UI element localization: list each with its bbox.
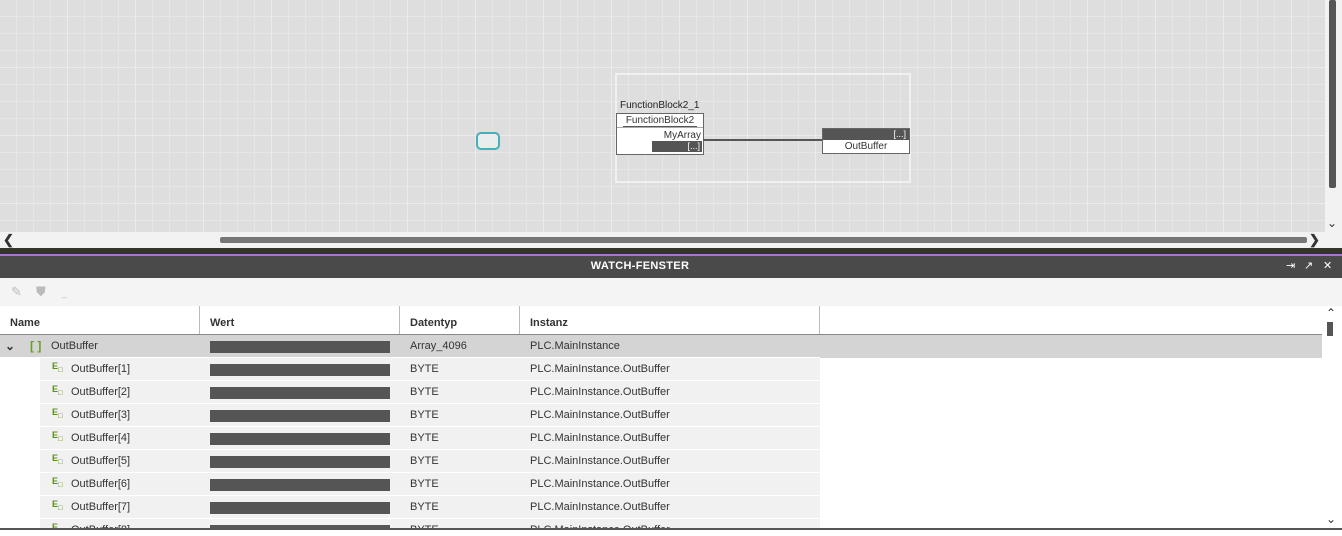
table-row[interactable]: E□ OutBuffer[2] BYTE PLC.MainInstance.Ou…	[0, 381, 1322, 404]
function-block[interactable]: FunctionBlock2 MyArray [...]	[616, 113, 704, 155]
table-row[interactable]: E□ OutBuffer[5] BYTE PLC.MainInstance.Ou…	[0, 450, 1322, 473]
row-datatype: BYTE	[410, 386, 439, 398]
row-name: OutBuffer[3]	[71, 409, 131, 421]
element-icon: E□	[52, 499, 63, 512]
array-icon: [ ]	[30, 339, 42, 353]
row-value[interactable]	[210, 410, 390, 422]
chevron-right-icon[interactable]: ❯	[1309, 232, 1320, 248]
table-row[interactable]: E□ OutBuffer[7] BYTE PLC.MainInstance.Ou…	[0, 496, 1322, 519]
variable-name: OutBuffer	[844, 141, 888, 152]
row-instance: PLC.MainInstance.OutBuffer	[530, 409, 670, 421]
row-datatype: BYTE	[410, 455, 439, 467]
element-icon: E□	[52, 476, 63, 489]
watch-grid-rows: ⌄ [ ] OutBuffer Array_4096 PLC.MainInsta…	[0, 335, 1322, 528]
fb-output-port[interactable]: [...]	[652, 141, 702, 152]
chevron-down-icon[interactable]: ⌄	[1327, 216, 1337, 230]
row-instance: PLC.MainInstance.OutBuffer	[530, 501, 670, 513]
row-datatype: BYTE	[410, 478, 439, 490]
row-instance: PLC.MainInstance.OutBuffer	[530, 478, 670, 490]
variable-input-port[interactable]: [...]	[823, 129, 909, 140]
column-header-name[interactable]: Name	[0, 306, 200, 334]
row-instance: PLC.MainInstance	[530, 340, 620, 352]
fb-instance-name: FunctionBlock2_1	[620, 100, 700, 111]
table-row[interactable]: E□ OutBuffer[3] BYTE PLC.MainInstance.Ou…	[0, 404, 1322, 427]
row-name: OutBuffer[1]	[71, 363, 131, 375]
watch-window-title: WATCH-FENSTER	[590, 260, 690, 272]
row-value[interactable]	[210, 479, 390, 491]
pencil-icon[interactable]: ✎	[11, 284, 22, 300]
column-header-instance[interactable]: Instanz	[520, 306, 820, 334]
row-value[interactable]	[210, 502, 390, 514]
column-header-datatype[interactable]: Datentyp	[400, 306, 520, 334]
empty-node[interactable]	[476, 132, 500, 150]
row-datatype: BYTE	[410, 519, 439, 528]
element-icon: E□	[52, 361, 63, 374]
canvas-vertical-scrollbar[interactable]: ⌄	[1325, 0, 1342, 232]
table-row[interactable]: E□ OutBuffer[4] BYTE PLC.MainInstance.Ou…	[0, 427, 1322, 450]
chevron-down-icon[interactable]: ⌄	[1326, 512, 1336, 526]
row-name: OutBuffer[4]	[71, 432, 131, 444]
row-instance: PLC.MainInstance.OutBuffer	[530, 519, 670, 528]
row-instance: PLC.MainInstance.OutBuffer	[530, 363, 670, 375]
scroll-corner	[1325, 232, 1342, 248]
watch-vertical-scrollbar[interactable]: ⌃ ⌄	[1322, 306, 1342, 530]
row-datatype: BYTE	[410, 409, 439, 421]
row-value[interactable]	[210, 387, 390, 399]
variable-block[interactable]: [...] OutBuffer	[822, 128, 910, 154]
chevron-up-icon[interactable]: ⌃	[1326, 306, 1336, 320]
column-header-value[interactable]: Wert	[200, 306, 400, 334]
canvas-horizontal-scrollbar[interactable]: ❮ ❯	[0, 232, 1325, 248]
row-instance: PLC.MainInstance.OutBuffer	[530, 432, 670, 444]
watch-grid-header: Name Wert Datentyp Instanz	[0, 306, 1322, 335]
separator-icon: _	[62, 288, 68, 298]
fb-type-underline	[623, 126, 697, 127]
row-datatype: Array_4096	[410, 340, 467, 352]
watch-vscroll-thumb[interactable]	[1327, 322, 1333, 336]
table-row[interactable]: E□ OutBuffer[8] BYTE PLC.MainInstance.Ou…	[0, 519, 1322, 528]
row-name: OutBuffer[7]	[71, 501, 131, 513]
canvas-hscroll-thumb[interactable]	[220, 237, 1307, 243]
element-icon: E□	[52, 384, 63, 397]
close-icon[interactable]: ✕	[1323, 256, 1332, 276]
element-icon: E□	[52, 453, 63, 466]
row-name: OutBuffer[6]	[71, 478, 131, 490]
table-row[interactable]: ⌄ [ ] OutBuffer Array_4096 PLC.MainInsta…	[0, 335, 1322, 358]
row-datatype: BYTE	[410, 363, 439, 375]
connection-wire[interactable]	[703, 139, 823, 141]
row-value[interactable]	[210, 364, 390, 376]
popout-icon[interactable]: ↗	[1304, 256, 1313, 276]
row-datatype: BYTE	[410, 501, 439, 513]
row-name: OutBuffer[8]	[71, 519, 130, 528]
row-datatype: BYTE	[410, 432, 439, 444]
chevron-left-icon[interactable]: ❮	[3, 232, 14, 248]
fb-output-name: MyArray	[663, 130, 701, 141]
row-value[interactable]	[210, 433, 390, 445]
row-value[interactable]	[210, 456, 390, 468]
watch-toolbar: ✎ ⛊ _	[0, 278, 1342, 306]
element-icon: E□	[52, 430, 63, 443]
row-instance: PLC.MainInstance.OutBuffer	[530, 455, 670, 467]
element-icon: E□	[52, 407, 63, 420]
row-name: OutBuffer[2]	[71, 386, 131, 398]
row-instance: PLC.MainInstance.OutBuffer	[530, 386, 670, 398]
row-name: OutBuffer[5]	[71, 455, 131, 467]
canvas-vscroll-thumb[interactable]	[1329, 0, 1336, 188]
row-value[interactable]	[210, 341, 390, 353]
row-name: OutBuffer	[51, 340, 98, 352]
table-row[interactable]: E□ OutBuffer[6] BYTE PLC.MainInstance.Ou…	[0, 473, 1322, 496]
watch-window-header: WATCH-FENSTER ⇥ ↗ ✕	[0, 256, 1342, 278]
diagram-canvas[interactable]: FunctionBlock2_1 FunctionBlock2 MyArray …	[0, 0, 1325, 232]
remove-variable-icon[interactable]: ⛊	[36, 284, 46, 300]
chevron-down-icon[interactable]: ⌄	[5, 335, 15, 357]
table-row[interactable]: E□ OutBuffer[1] BYTE PLC.MainInstance.Ou…	[0, 358, 1322, 381]
bottom-border	[0, 528, 1342, 530]
pin-icon[interactable]: ⇥	[1286, 256, 1295, 276]
